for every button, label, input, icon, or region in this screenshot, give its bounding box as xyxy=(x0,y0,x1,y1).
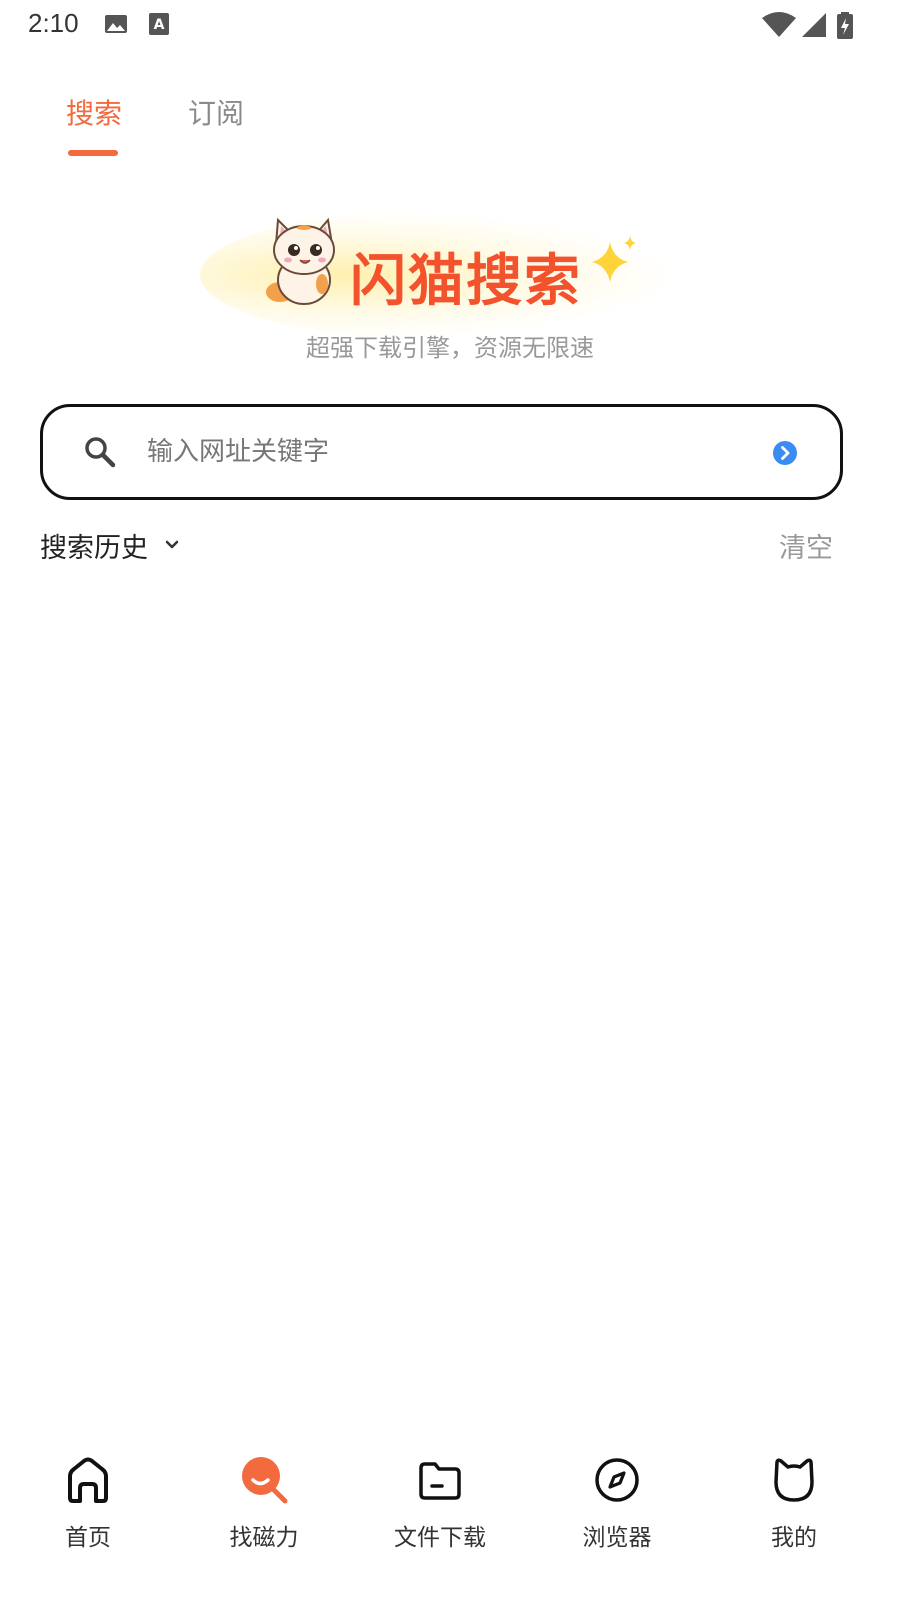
cat-face-icon xyxy=(768,1454,820,1506)
cell-signal-icon xyxy=(802,12,826,42)
svg-text:A: A xyxy=(154,17,165,33)
nav-item-file-download[interactable]: 文件下载 xyxy=(352,1454,528,1564)
folder-icon xyxy=(414,1454,466,1506)
nav-label: 我的 xyxy=(771,1525,817,1551)
nav-label: 浏览器 xyxy=(582,1525,652,1551)
battery-charging-icon xyxy=(836,12,854,44)
brand-hero: 闪猫搜索 超强下载引擎，资源无限速 xyxy=(0,200,900,380)
search-history-toggle[interactable]: 搜索历史 xyxy=(40,526,148,565)
cat-mascot-icon xyxy=(262,214,340,310)
image-icon xyxy=(104,12,128,40)
home-icon xyxy=(62,1454,114,1506)
nav-item-browser[interactable]: 浏览器 xyxy=(529,1454,705,1564)
active-tab-indicator xyxy=(68,150,118,156)
search-bar[interactable] xyxy=(40,404,843,500)
nav-label: 首页 xyxy=(65,1525,111,1551)
nav-item-find-magnet[interactable]: 找磁力 xyxy=(176,1454,352,1564)
brand-tagline: 超强下载引擎，资源无限速 xyxy=(306,334,594,362)
nav-label: 找磁力 xyxy=(229,1525,299,1551)
text-a-icon: A xyxy=(148,12,170,40)
tab-subscribe[interactable]: 订阅 xyxy=(188,92,244,132)
top-tabs: 搜索 订阅 xyxy=(0,88,900,160)
go-arrow-icon[interactable] xyxy=(772,440,798,470)
nav-label: 文件下载 xyxy=(394,1525,486,1551)
search-input[interactable] xyxy=(147,429,747,475)
brand-title: 闪猫搜索 xyxy=(350,249,582,314)
chevron-down-icon[interactable] xyxy=(164,536,180,555)
status-time: 2:10 xyxy=(28,8,79,38)
status-bar: 2:10 A xyxy=(0,0,900,50)
search-history-header: 搜索历史 清空 xyxy=(40,522,843,566)
wifi-icon xyxy=(762,12,796,42)
sparkle-icon xyxy=(590,236,640,290)
tab-search[interactable]: 搜索 xyxy=(66,92,122,132)
magnet-search-icon xyxy=(238,1454,290,1506)
nav-item-mine[interactable]: 我的 xyxy=(706,1454,882,1564)
search-icon xyxy=(83,435,117,473)
nav-item-home[interactable]: 首页 xyxy=(0,1454,176,1564)
clear-history-button[interactable]: 清空 xyxy=(779,526,833,565)
compass-icon xyxy=(591,1454,643,1506)
bottom-nav: 首页 找磁力 文件下载 浏览器 我的 xyxy=(0,1440,900,1600)
